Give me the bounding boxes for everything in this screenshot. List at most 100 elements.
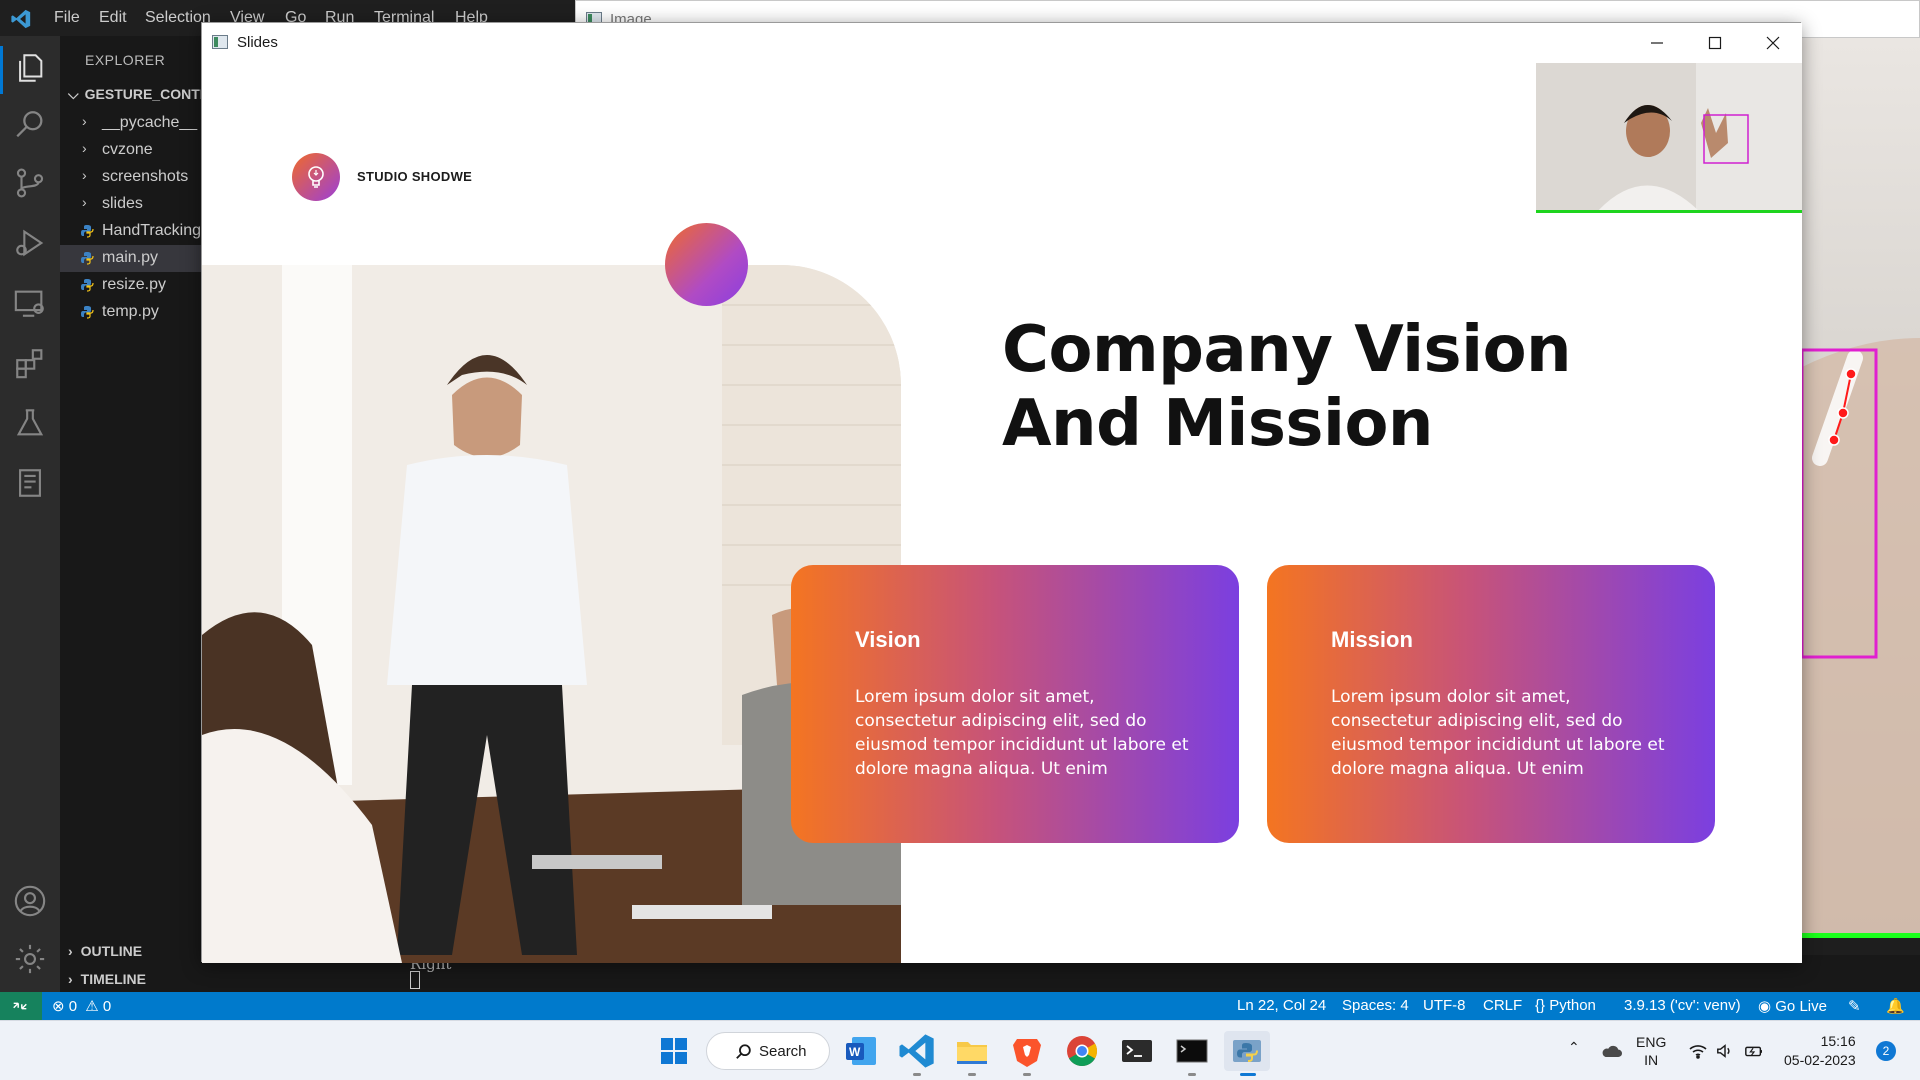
remote-explorer-icon[interactable] (13, 286, 47, 320)
vision-card: Vision Lorem ipsum dolor sit amet, conse… (791, 565, 1239, 843)
battery-charging-icon[interactable] (1744, 1043, 1764, 1059)
python-file-icon (81, 252, 94, 265)
headline-line-1: Company Vision (1002, 313, 1572, 387)
jupyter-icon[interactable] (13, 466, 47, 500)
taskbar-search-button[interactable]: Search (706, 1032, 830, 1070)
app-window-icon (212, 35, 228, 49)
terminal-icon[interactable] (1117, 1031, 1157, 1071)
python-file-icon (81, 279, 94, 292)
volume-icon[interactable] (1716, 1043, 1734, 1059)
slides-title: Slides (237, 34, 278, 51)
active-app-indicator (1240, 1073, 1256, 1076)
close-button[interactable] (1744, 23, 1802, 63)
language-mode[interactable]: {} Python (1535, 997, 1596, 1014)
source-control-icon[interactable] (13, 166, 47, 200)
cmd-icon[interactable] (1172, 1031, 1212, 1071)
show-hidden-icons-chevron-icon[interactable]: ⌃ (1568, 1039, 1580, 1056)
terminal-cursor (410, 971, 420, 989)
broadcast-icon: ◉ (1758, 998, 1772, 1015)
minimize-button[interactable] (1628, 23, 1686, 63)
encoding[interactable]: UTF-8 (1423, 997, 1466, 1014)
settings-gear-icon[interactable] (13, 942, 47, 976)
language-label: Python (1549, 997, 1596, 1014)
notification-badge[interactable]: 2 (1876, 1041, 1896, 1061)
chrome-icon[interactable] (1062, 1031, 1102, 1071)
close-icon (1766, 36, 1780, 50)
slides-window: Slides STUDIO SHODWE Company Vision And … (201, 22, 1802, 963)
explorer-header: EXPLORER (85, 52, 166, 68)
tree-item-label: slides (102, 195, 143, 212)
notifications-bell-icon[interactable]: 🔔 (1886, 997, 1905, 1015)
vision-card-title: Vision (855, 627, 921, 652)
wifi-icon[interactable] (1688, 1043, 1708, 1059)
clock[interactable]: 15:16 05-02-2023 (1784, 1032, 1856, 1070)
python-file-icon (81, 306, 94, 319)
slide-canvas: STUDIO SHODWE Company Vision And Mission… (202, 63, 1802, 963)
warning-count: 0 (102, 998, 112, 1015)
testing-icon[interactable] (13, 406, 47, 440)
file-explorer-icon[interactable] (952, 1031, 992, 1071)
chevron-right-icon: › (82, 194, 87, 210)
line-ending[interactable]: CRLF (1483, 997, 1522, 1014)
running-indicator (968, 1073, 976, 1076)
python-file-icon (81, 225, 94, 238)
decorative-gradient-orb (665, 223, 748, 306)
outline-label: OUTLINE (80, 943, 143, 959)
indentation[interactable]: Spaces: 4 (1342, 997, 1409, 1014)
mission-card: Mission Lorem ipsum dolor sit amet, cons… (1267, 565, 1715, 843)
vscode-logo-icon (11, 9, 31, 29)
headline-line-2: And Mission (1002, 387, 1433, 461)
tree-item-label: cvzone (102, 141, 153, 158)
explorer-icon[interactable] (13, 51, 47, 85)
hand-tracking-overlay (1800, 338, 1920, 938)
tree-item-label: HandTracking (102, 222, 202, 239)
feedback-icon[interactable]: ✎ (1848, 997, 1861, 1015)
python-icon[interactable] (1224, 1031, 1270, 1071)
region-code: IN (1644, 1052, 1659, 1068)
tree-item-label: main.py (102, 249, 159, 266)
remote-indicator[interactable] (0, 992, 42, 1020)
status-bar: ⊗ 0 ⚠ 0 Ln 22, Col 24 Spaces: 4 UTF-8 CR… (0, 992, 1920, 1020)
onedrive-cloud-icon[interactable] (1600, 1044, 1622, 1059)
chevron-right-icon: › (68, 943, 73, 959)
remote-icon (13, 1002, 27, 1010)
chevron-right-icon: › (82, 167, 87, 183)
vscode-icon[interactable] (897, 1031, 937, 1071)
search-label: Search (759, 1043, 807, 1060)
image-window-camera-feed (1800, 38, 1920, 938)
outline-section[interactable]: › OUTLINE (68, 943, 142, 959)
brave-icon[interactable] (1007, 1031, 1047, 1071)
accounts-icon[interactable] (13, 884, 47, 918)
workspace-header[interactable]: ⌵ GESTURE_CONTRO (68, 86, 221, 103)
go-live-button[interactable]: ◉ Go Live (1758, 997, 1827, 1015)
tree-item-label: temp.py (102, 303, 159, 320)
windows-taskbar: Search W ⌃ ENG IN 15:16 05-02-2023 2 (0, 1020, 1920, 1080)
search-icon[interactable] (13, 108, 47, 142)
menu-edit[interactable]: Edit (99, 9, 127, 27)
problems-indicator[interactable]: ⊗ 0 ⚠ 0 (52, 997, 111, 1015)
timeline-section[interactable]: › TIMELINE (68, 971, 146, 987)
windows-start-icon[interactable] (654, 1031, 694, 1071)
run-debug-icon[interactable] (13, 226, 47, 260)
chevron-right-icon: › (82, 113, 87, 129)
go-live-label: Go Live (1775, 998, 1827, 1015)
maximize-button[interactable] (1686, 23, 1744, 63)
clock-date: 05-02-2023 (1784, 1052, 1856, 1068)
running-indicator (1023, 1073, 1031, 1076)
running-indicator (913, 1073, 921, 1076)
language-code: ENG (1636, 1034, 1667, 1050)
tree-item-label: screenshots (102, 168, 189, 185)
word-icon[interactable]: W (842, 1031, 882, 1071)
activity-bar (0, 36, 60, 992)
python-interpreter[interactable]: 3.9.13 ('cv': venv) (1624, 997, 1741, 1014)
timeline-label: TIMELINE (80, 971, 147, 987)
warning-icon: ⚠ (85, 998, 99, 1015)
search-icon (736, 1044, 751, 1059)
cursor-position[interactable]: Ln 22, Col 24 (1237, 997, 1326, 1014)
minimize-icon (1651, 42, 1663, 44)
extensions-icon[interactable] (13, 346, 47, 380)
slides-titlebar[interactable]: Slides (202, 23, 1802, 63)
language-indicator[interactable]: ENG IN (1636, 1033, 1666, 1069)
slide-headline: Company Vision And Mission (1002, 313, 1702, 461)
menu-file[interactable]: File (54, 9, 80, 27)
